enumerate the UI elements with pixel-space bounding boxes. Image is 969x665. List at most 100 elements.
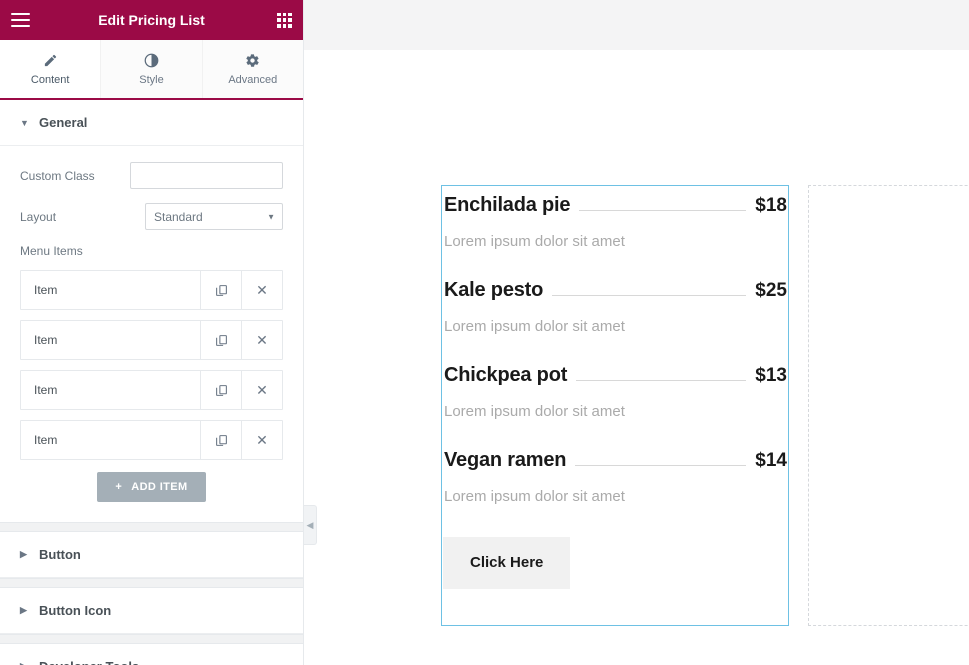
- pricing-item-separator: [575, 465, 747, 466]
- add-item-wrap: + ADD ITEM: [20, 472, 283, 502]
- pricing-list-item[interactable]: Vegan ramen $14 Lorem ipsum dolor sit am…: [442, 449, 788, 505]
- pricing-list-cta-button[interactable]: Click Here: [443, 537, 571, 589]
- pricing-item-description: Lorem ipsum dolor sit amet: [444, 403, 625, 420]
- pricing-item-description: Lorem ipsum dolor sit amet: [444, 488, 625, 505]
- pricing-list-item[interactable]: Chickpea pot $13 Lorem ipsum dolor sit a…: [442, 364, 788, 420]
- duplicate-icon[interactable]: [200, 421, 241, 459]
- chevron-left-icon: ◀: [306, 519, 314, 530]
- grid-cell: [288, 12, 292, 17]
- section-general-label: General: [39, 115, 88, 130]
- tab-label: Content: [30, 74, 70, 86]
- pricing-item-separator: [576, 380, 747, 381]
- pricing-item-price: $14: [755, 450, 787, 471]
- grid-cell: [282, 18, 287, 22]
- empty-column-placeholder[interactable]: [808, 185, 969, 626]
- custom-class-field-wrap: [130, 162, 283, 189]
- tab-content[interactable]: Content: [0, 40, 102, 100]
- section-button-label: Button: [39, 547, 81, 562]
- panel-body: ▼ General Custom Class Layout Standard ▼…: [0, 100, 303, 665]
- pricing-item-heading: Vegan ramen $14: [443, 449, 787, 472]
- pricing-list-item[interactable]: Enchilada pie $18 Lorem ipsum dolor sit …: [442, 194, 788, 250]
- grid-apps-icon[interactable]: [277, 12, 292, 28]
- pricing-item-title: Enchilada pie: [444, 194, 571, 216]
- hamburger-bar: [11, 13, 30, 15]
- add-item-button[interactable]: + ADD ITEM: [97, 472, 206, 502]
- canvas-top-strip: [304, 0, 969, 50]
- menu-item-row-title: Item: [34, 283, 58, 297]
- menu-item-row[interactable]: Item ✕: [20, 320, 283, 360]
- panel-title: Edit Pricing List: [98, 12, 205, 28]
- plus-icon: +: [115, 481, 123, 493]
- pricing-list-item[interactable]: Kale pesto $25 Lorem ipsum dolor sit ame…: [442, 279, 788, 335]
- pricing-item-heading: Kale pesto $25: [443, 279, 787, 302]
- close-icon[interactable]: ✕: [241, 321, 282, 359]
- menu-item-row[interactable]: Item ✕: [20, 270, 283, 310]
- pricing-list-widget[interactable]: Enchilada pie $18 Lorem ipsum dolor sit …: [441, 185, 789, 626]
- menu-item-row[interactable]: Item ✕: [20, 420, 283, 460]
- pricing-item-description: Lorem ipsum dolor sit amet: [444, 318, 625, 335]
- close-glyph: ✕: [256, 382, 268, 398]
- close-icon[interactable]: ✕: [241, 371, 282, 409]
- duplicate-icon[interactable]: [200, 371, 241, 409]
- grid-cell: [277, 23, 281, 28]
- chevron-right-icon: ▶: [20, 605, 27, 615]
- elementor-editor: Enchilada pie $18 Lorem ipsum dolor sit …: [0, 0, 969, 665]
- custom-class-label: Custom Class: [20, 168, 95, 183]
- close-glyph: ✕: [256, 282, 268, 298]
- pricing-item-heading: Chickpea pot $13: [443, 364, 787, 387]
- section-divider: [0, 578, 303, 588]
- pricing-item-price: $25: [755, 280, 787, 301]
- section-button-icon-label: Button Icon: [39, 603, 112, 618]
- menu-item-row-title: Item: [34, 433, 58, 447]
- section-developer-tools-header[interactable]: ▶ Developer Tools: [0, 644, 303, 665]
- section-general-header[interactable]: ▼ General: [0, 100, 303, 145]
- add-item-label: ADD ITEM: [131, 481, 188, 493]
- pricing-item-title: Chickpea pot: [444, 364, 568, 386]
- section-developer-tools: ▶ Developer Tools: [0, 644, 303, 665]
- section-developer-tools-label: Developer Tools: [39, 659, 139, 665]
- menu-item-row-title: Item: [34, 383, 58, 397]
- menu-item-row-title: Item: [34, 333, 58, 347]
- menu-item-row[interactable]: Item ✕: [20, 370, 283, 410]
- section-button-icon: ▶ Button Icon: [0, 588, 303, 634]
- layout-label: Layout: [20, 209, 57, 224]
- custom-class-input[interactable]: [130, 162, 283, 189]
- contrast-circle-icon: [143, 52, 159, 68]
- grid-cell: [282, 23, 287, 28]
- tab-label: Advanced: [228, 74, 278, 86]
- hamburger-bar: [11, 25, 30, 27]
- hamburger-icon[interactable]: [11, 13, 30, 27]
- layout-select-wrap: Standard ▼: [145, 203, 283, 230]
- pricing-item-description: Lorem ipsum dolor sit amet: [444, 233, 625, 250]
- tab-advanced[interactable]: Advanced: [202, 40, 303, 98]
- close-icon[interactable]: ✕: [241, 421, 282, 459]
- editor-panel: Edit Pricing List Content Style Advanced…: [0, 0, 304, 665]
- pencil-icon: [42, 52, 58, 68]
- gear-icon: [245, 52, 261, 68]
- grid-cell: [277, 12, 281, 17]
- chevron-right-icon: ▶: [20, 549, 27, 559]
- duplicate-icon[interactable]: [200, 321, 241, 359]
- pricing-item-separator: [579, 210, 747, 211]
- pricing-item-price: $13: [755, 365, 787, 386]
- grid-cell: [282, 12, 287, 17]
- grid-cell: [277, 18, 281, 22]
- close-icon[interactable]: ✕: [241, 271, 282, 309]
- section-button-header[interactable]: ▶ Button: [0, 532, 303, 577]
- layout-field-wrap: Standard ▼: [145, 203, 283, 230]
- close-glyph: ✕: [256, 432, 268, 448]
- section-button: ▶ Button: [0, 532, 303, 578]
- panel-header: Edit Pricing List: [0, 0, 303, 40]
- tab-style[interactable]: Style: [101, 40, 203, 98]
- panel-collapse-handle[interactable]: ◀: [304, 505, 317, 545]
- control-layout: Layout Standard ▼: [20, 203, 283, 230]
- section-button-icon-header[interactable]: ▶ Button Icon: [0, 588, 303, 633]
- grid-cell: [288, 23, 292, 28]
- pricing-item-heading: Enchilada pie $18: [443, 194, 787, 217]
- duplicate-icon[interactable]: [200, 271, 241, 309]
- layout-select[interactable]: Standard: [145, 203, 283, 230]
- editor-canvas: Enchilada pie $18 Lorem ipsum dolor sit …: [304, 0, 969, 665]
- hamburger-bar: [11, 19, 30, 21]
- general-controls: Custom Class Layout Standard ▼ Menu Item…: [0, 146, 303, 522]
- pricing-item-separator: [552, 295, 747, 296]
